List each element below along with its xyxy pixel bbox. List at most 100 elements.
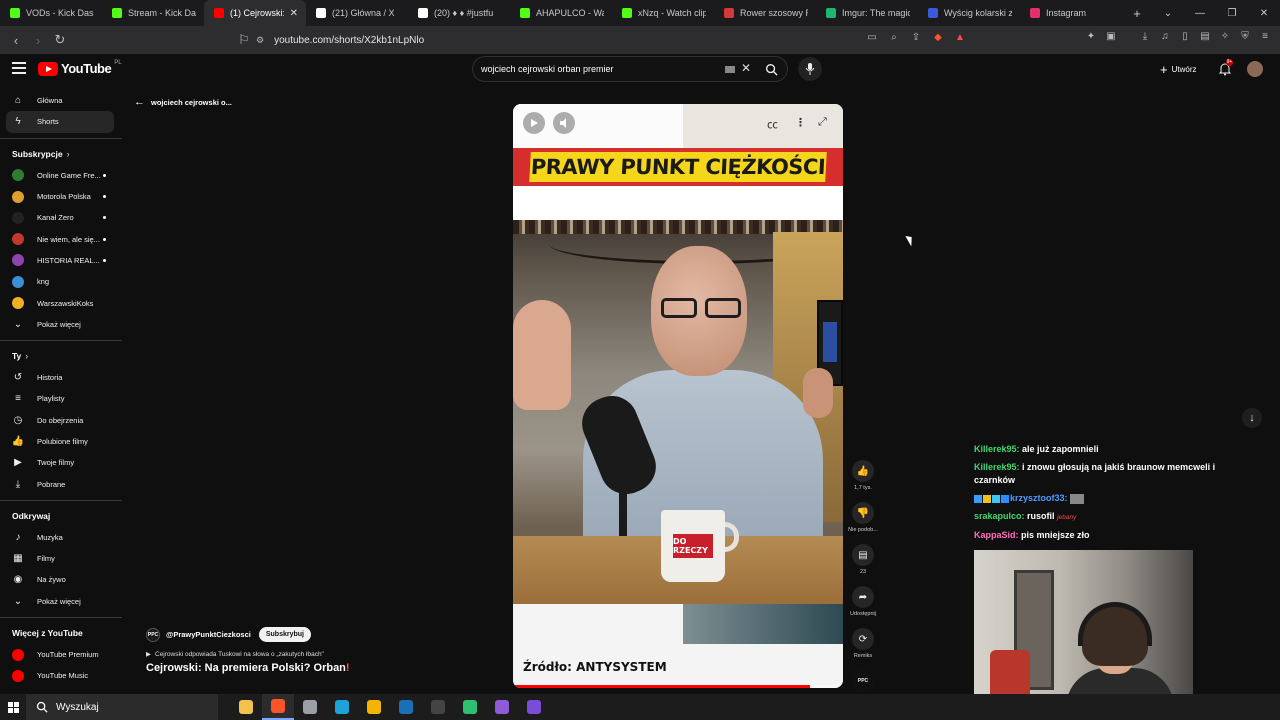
sidebar-item[interactable]: Nie wiem, ale się... (0, 228, 122, 249)
captions-icon[interactable]: ㏄ (767, 116, 778, 132)
taskbar-app[interactable] (454, 694, 486, 720)
taskbar-app[interactable] (294, 694, 326, 720)
scroll-down-button[interactable]: ↓ (1242, 408, 1262, 428)
browser-tab[interactable]: (21) Główna / X (306, 0, 408, 26)
restore-button[interactable]: ❐ (1216, 8, 1248, 19)
taskbar-app[interactable] (518, 694, 550, 720)
dislike-button[interactable]: 👎 Nie podob... (845, 500, 881, 542)
sidebar-item[interactable]: ▦ Filmy (0, 548, 122, 569)
wallet-icon[interactable]: ▤ (1198, 30, 1212, 44)
volume-button[interactable] (553, 112, 575, 134)
brave-rewards-icon[interactable]: ▲ (952, 30, 968, 46)
taskbar-app[interactable] (230, 694, 262, 720)
sidebar-item[interactable]: ♪ Muzyka (0, 527, 122, 548)
sidebar-item[interactable]: ⌂ Główna (0, 90, 122, 111)
taskbar-app[interactable] (326, 694, 358, 720)
taskbar-app[interactable] (358, 694, 390, 720)
sidebar-item[interactable]: Online Game Fre... (0, 165, 122, 186)
search-button[interactable] (755, 57, 787, 81)
sidebar-item[interactable]: ◉ Na żywo (0, 569, 122, 590)
minimize-button[interactable]: — (1184, 8, 1216, 19)
menu-icon[interactable]: ≡ (1258, 30, 1272, 44)
sidebar-section-header[interactable]: Więcej z YouTube (0, 623, 122, 644)
sidebar-item[interactable]: ⤓ Pobrane (0, 473, 122, 494)
sidebar-section-header[interactable]: Odkrywaj (0, 506, 122, 527)
share-button[interactable]: ➦ Udostępnij (845, 584, 881, 626)
search-input[interactable]: wojciech cejrowski orban premier ✕ (472, 56, 788, 82)
youtube-logo[interactable]: YouTube PL (38, 60, 122, 76)
browser-tab[interactable]: Stream - Kick Dashb (102, 0, 204, 26)
sidebar-item[interactable]: WarszawskiKoks (0, 292, 122, 313)
comments-button[interactable]: ▤ 23 (845, 542, 881, 584)
taskbar-app[interactable] (422, 694, 454, 720)
browser-tab[interactable]: xNzq - Watch clips (612, 0, 714, 26)
show-more-button[interactable]: ⌄ Pokaż więcej (0, 314, 122, 335)
sidebar-item[interactable]: YouTube Premium (0, 644, 122, 665)
description-row[interactable]: ▶ Cejrowski odpowiada Tuskowi na słowa o… (146, 650, 486, 659)
notifications-button[interactable]: 9+ (1218, 59, 1233, 76)
vpn-icon[interactable]: ⛨ (1238, 30, 1252, 44)
bookmark-icon[interactable]: ⚐ (234, 30, 254, 50)
zoom-icon[interactable]: ⌕ (886, 30, 902, 46)
leo-icon[interactable]: ✧ (1218, 30, 1232, 44)
taskbar-search[interactable]: Wyszukaj (26, 694, 218, 720)
sidebar-item[interactable]: 👍 Polubione filmy (0, 431, 122, 452)
guide-menu-icon[interactable] (12, 62, 26, 74)
sidebar-item[interactable]: ↺ Historia (0, 367, 122, 388)
brave-shield-icon[interactable]: ◆ (930, 30, 946, 46)
screenshot-icon[interactable]: ▣ (1104, 30, 1118, 44)
fullscreen-icon[interactable]: ⤢ (818, 116, 827, 129)
site-info-icon[interactable]: ⚙ (256, 35, 264, 46)
browser-tab[interactable]: (1) Cejrowski: N ✕ (204, 0, 306, 26)
new-tab-button[interactable]: + (1126, 6, 1148, 21)
more-options-icon[interactable]: ⋮ (795, 116, 806, 129)
sidebar-item[interactable]: YouTube Music (0, 665, 122, 686)
browser-tab[interactable]: Instagram (1020, 0, 1122, 26)
extensions-icon[interactable]: ✦ (1084, 30, 1098, 44)
sidebar-item[interactable]: ▶ Twoje filmy (0, 452, 122, 473)
close-window-button[interactable]: ✕ (1248, 8, 1280, 19)
taskbar-app[interactable] (486, 694, 518, 720)
voice-search-button[interactable] (798, 57, 822, 81)
browser-tab[interactable]: AHAPULCO - Watc (510, 0, 612, 26)
sidebar-toggle-icon[interactable]: ▯ (1178, 30, 1192, 44)
taskbar-app[interactable] (390, 694, 422, 720)
subscribe-button[interactable]: Subskrybuj (258, 627, 311, 642)
channel-name[interactable]: @PrawyPunktCiezkosci (166, 630, 251, 639)
share-icon[interactable]: ⇪ (908, 30, 924, 46)
sidebar-item[interactable]: kng (0, 271, 122, 292)
taskbar-app[interactable] (262, 694, 294, 720)
downloads-icon[interactable]: ⤓ (1138, 30, 1152, 44)
back-to-search-button[interactable]: ← wojciech cejrowski o... (134, 96, 232, 108)
tab-list-icon[interactable]: ⌄ (1152, 8, 1184, 19)
create-button[interactable]: + Utwórz (1160, 62, 1196, 77)
keyboard-icon[interactable] (725, 66, 735, 73)
remix-button[interactable]: ⟳ Remiks (845, 626, 881, 668)
sidebar-item[interactable]: ≡ Playlisty (0, 388, 122, 409)
back-nav-icon[interactable]: ‹ (6, 30, 26, 50)
sidebar-section-header[interactable]: Ty › (0, 346, 122, 367)
browser-tab[interactable]: VODs - Kick Dashb (0, 0, 102, 26)
sidebar-item[interactable]: HISTORIA REAL... (0, 250, 122, 271)
reload-icon[interactable]: ↻ (50, 30, 70, 50)
browser-tab[interactable]: Wyścig kolarski z p (918, 0, 1020, 26)
close-tab-icon[interactable]: ✕ (290, 8, 298, 19)
clear-search-icon[interactable]: ✕ (741, 61, 751, 75)
browser-tab[interactable]: (20) ♦ ♦ #justfu (408, 0, 510, 26)
show-more-button[interactable]: ⌄ Pokaż więcej (0, 591, 122, 612)
video-progress-bar[interactable] (513, 685, 843, 688)
browser-tab[interactable]: Imgur: The magic c (816, 0, 918, 26)
sidebar-item[interactable]: Motorola Polska (0, 186, 122, 207)
sidebar-item[interactable]: ϟ Shorts (6, 111, 114, 133)
account-avatar[interactable] (1247, 61, 1263, 77)
sidebar-item[interactable]: Kanał Zero (0, 207, 122, 228)
forward-nav-icon[interactable]: › (28, 30, 48, 50)
start-button[interactable] (0, 694, 26, 720)
like-button[interactable]: 👍 1,7 tys. (845, 458, 881, 500)
cast-icon[interactable]: ▭ (864, 30, 880, 46)
play-button[interactable] (523, 112, 545, 134)
sidebar-section-header[interactable]: Subskrypcje › (0, 144, 122, 165)
browser-tab[interactable]: Rower szosowy RC (714, 0, 816, 26)
sidebar-item[interactable]: ◷ Do obejrzenia (0, 410, 122, 431)
media-icon[interactable]: ♫ (1158, 30, 1172, 44)
